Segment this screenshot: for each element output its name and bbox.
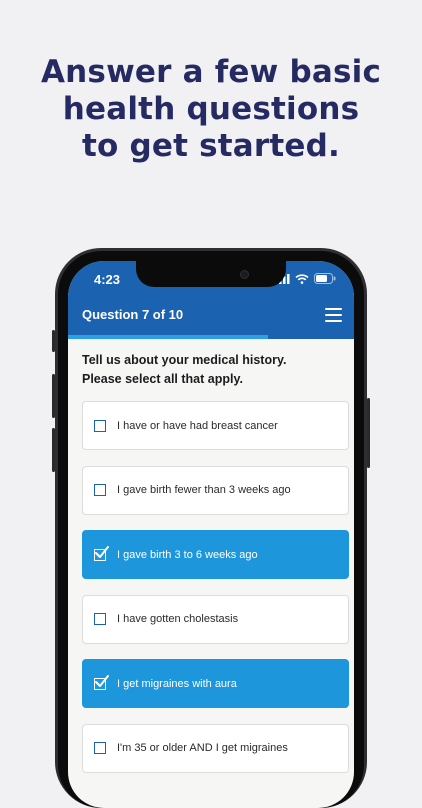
volume-up-button bbox=[52, 374, 55, 418]
checkmark-icon bbox=[95, 674, 109, 687]
headline-line-1: Answer a few basic bbox=[40, 54, 382, 90]
prompt-line-1: Tell us about your medical history. bbox=[82, 353, 287, 367]
option-label: I'm 35 or older AND I get migraines bbox=[117, 742, 288, 754]
option-label: I have or have had breast cancer bbox=[117, 419, 278, 432]
checkbox-icon[interactable] bbox=[94, 484, 106, 496]
checkbox-icon[interactable] bbox=[94, 674, 109, 690]
silent-switch bbox=[52, 330, 55, 352]
option-migraines-with-aura[interactable]: I get migraines with aura bbox=[82, 659, 349, 708]
option-birth-under-3-weeks[interactable]: I gave birth fewer than 3 weeks ago bbox=[82, 465, 349, 515]
phone-screen: 4:23 Question 7 of 10 Tell us about your… bbox=[68, 261, 354, 808]
option-label: I gave birth 3 to 6 weeks ago bbox=[117, 548, 258, 561]
headline-line-3: to get started. bbox=[81, 128, 341, 164]
option-cholestasis[interactable]: I have gotten cholestasis bbox=[82, 594, 349, 644]
power-button bbox=[367, 398, 370, 468]
status-time: 4:23 bbox=[94, 272, 121, 287]
question-counter: Question 7 of 10 bbox=[82, 307, 184, 322]
checkbox-icon[interactable] bbox=[94, 545, 109, 561]
checkbox-icon[interactable] bbox=[94, 613, 106, 625]
option-label: I get migraines with aura bbox=[117, 677, 237, 690]
option-35-and-migraines[interactable]: I'm 35 or older AND I get migraines bbox=[82, 723, 349, 773]
question-prompt: Tell us about your medical history. Plea… bbox=[82, 351, 342, 389]
wifi-icon bbox=[295, 273, 309, 284]
checkbox-icon[interactable] bbox=[94, 419, 106, 432]
headline-line-2: health questions bbox=[62, 91, 360, 127]
option-birth-3-to-6-weeks[interactable]: I gave birth 3 to 6 weeks ago bbox=[82, 530, 349, 579]
front-camera bbox=[240, 270, 249, 279]
phone-notch bbox=[136, 261, 286, 287]
option-label: I have gotten cholestasis bbox=[117, 613, 239, 625]
progress-bar bbox=[68, 335, 354, 339]
option-breast-cancer[interactable]: I have or have had breast cancer bbox=[82, 401, 349, 450]
checkbox-icon[interactable] bbox=[94, 742, 106, 754]
checkmark-icon bbox=[95, 545, 109, 558]
prompt-line-2: Please select all that apply. bbox=[82, 372, 243, 386]
battery-icon bbox=[314, 273, 336, 284]
hamburger-menu-icon[interactable] bbox=[325, 308, 342, 322]
marketing-headline: Answer a few basic health questions to g… bbox=[0, 54, 422, 165]
phone-bezel: 4:23 Question 7 of 10 Tell us about your… bbox=[58, 251, 364, 808]
answer-options-list: I have or have had breast cancer I gave … bbox=[82, 401, 349, 788]
option-label: I gave birth fewer than 3 weeks ago bbox=[117, 484, 291, 496]
phone-frame: 4:23 Question 7 of 10 Tell us about your… bbox=[52, 248, 370, 808]
volume-down-button bbox=[52, 428, 55, 472]
progress-bar-fill bbox=[68, 335, 269, 339]
